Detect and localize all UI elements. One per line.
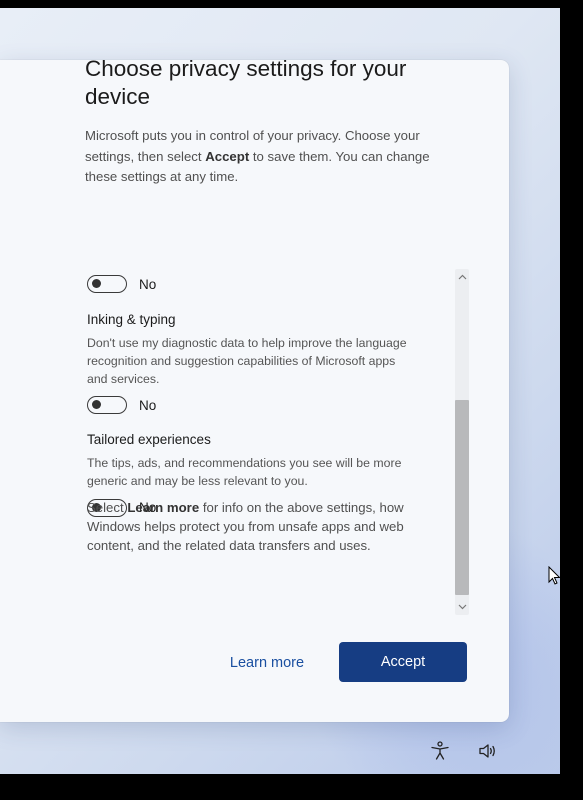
footnote-text: Select Learn more for info on the above … <box>87 499 437 555</box>
learn-more-button[interactable]: Learn more <box>212 643 322 683</box>
accept-button[interactable]: Accept <box>339 642 467 682</box>
scrollbar-thumb[interactable] <box>455 400 469 595</box>
setting-description: Don't use my diagnostic data to help imp… <box>87 336 407 386</box>
setting-previous: No <box>87 273 437 295</box>
setting-title: Inking & typing <box>87 312 176 327</box>
settings-scrollbar[interactable] <box>455 269 469 615</box>
footnote-bold: Learn more <box>127 500 200 516</box>
volume-icon[interactable] <box>477 740 499 762</box>
chevron-down-icon[interactable] <box>455 601 469 613</box>
setting-description: The tips, ads, and recommendations you s… <box>87 456 402 488</box>
chevron-up-icon[interactable] <box>455 271 469 283</box>
toggle-knob <box>92 279 101 288</box>
accessibility-icon[interactable] <box>429 740 451 762</box>
toggle-knob <box>92 400 101 410</box>
previous-setting-toggle[interactable] <box>87 275 127 293</box>
page-title: Choose privacy settings for your device <box>85 56 407 109</box>
inking-typing-toggle[interactable] <box>87 396 127 415</box>
settings-scroll-area[interactable]: No Inking & typing Don't use my diagnost… <box>87 208 471 556</box>
toggle-state-label: No <box>139 276 157 292</box>
intro-text: Microsoft puts you in control of your pr… <box>85 126 463 188</box>
setting-title: Tailored experiences <box>87 432 211 447</box>
intro-text-bold: Accept <box>205 148 250 164</box>
setting-inking-typing: Inking & typing Don't use my diagnostic … <box>87 311 437 416</box>
toggle-state-label: No <box>139 397 157 413</box>
footnote-part1: Select <box>87 500 128 516</box>
mouse-pointer-icon <box>548 565 562 586</box>
